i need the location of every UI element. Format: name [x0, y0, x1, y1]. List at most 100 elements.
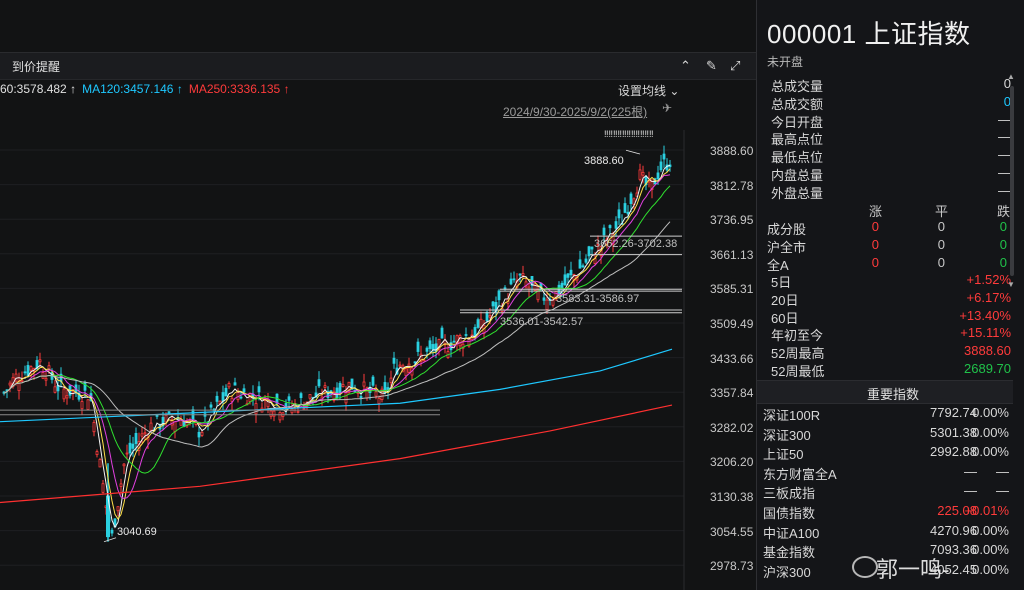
- index-name: 深证300: [763, 427, 811, 443]
- candle-body: [317, 379, 321, 387]
- market-status: 未开盘: [767, 55, 804, 69]
- quote-side-panel: 000001 上证指数 未开盘 重要指数 总成交量 0 总成交额 0 今日开盘 — 最高点位…: [756, 0, 1024, 590]
- index-change: 0.00%: [972, 424, 1009, 440]
- candle-body: [422, 359, 426, 362]
- candle-body: [407, 363, 411, 373]
- stat-label: 内盘总量: [771, 168, 824, 183]
- candle-body: [659, 161, 663, 171]
- candle-body: [110, 529, 114, 534]
- candle-body: [452, 340, 456, 343]
- breadth-flat: 0: [937, 254, 945, 270]
- candle-body: [626, 211, 630, 215]
- index-change: +0.01%: [964, 503, 1009, 518]
- candle-body: [560, 282, 564, 289]
- side-scrollbar[interactable]: ▲ ▼: [1006, 72, 1018, 290]
- candle-body: [173, 421, 177, 432]
- candle-body: [62, 388, 66, 400]
- index-change: 0.00%: [972, 561, 1009, 577]
- annotation-band-1: 3662.26-3702.38: [594, 238, 678, 250]
- candle-body: [542, 297, 546, 301]
- index-row[interactable]: 深证300 5301.38 0.00%: [757, 425, 1015, 444]
- candle-body: [359, 396, 363, 399]
- candle-body: [125, 452, 129, 455]
- period-value: +13.40%: [959, 307, 1011, 323]
- index-row[interactable]: 中证A100 4270.96 0.00%: [757, 523, 1015, 542]
- candle-body: [296, 411, 300, 413]
- index-change: 0.00%: [972, 444, 1009, 460]
- candle-body: [122, 463, 126, 467]
- candle-body: [140, 433, 144, 437]
- stat-label: 总成交量: [771, 79, 824, 94]
- index-row[interactable]: 国债指数 225.08 +0.01%: [757, 503, 1015, 522]
- index-name: 深证100R: [763, 408, 821, 423]
- price-tick-label: 3206.20: [710, 455, 754, 470]
- candle-body: [431, 344, 435, 351]
- candle-body: [458, 335, 462, 347]
- candle-body: [299, 393, 303, 399]
- candle-body: [53, 386, 57, 393]
- candle-body: [221, 392, 225, 402]
- price-tick-label: 3282.02: [710, 420, 754, 435]
- index-row[interactable]: 东方财富全A — —: [757, 464, 1015, 483]
- high-marker-line: [625, 149, 641, 155]
- candle-body: [86, 399, 90, 410]
- candle-body: [197, 431, 201, 438]
- candle-body: [278, 412, 282, 421]
- kline-chart-panel[interactable]: 到价提醒 ⌃ ✎ ⤢ 60:3578.482 ↑ MA120:3457.146 ↑…: [0, 0, 756, 590]
- stat-row: 最高点位 —: [757, 129, 1015, 147]
- candle-body: [44, 377, 48, 381]
- index-row[interactable]: 上证50 2992.88 0.00%: [757, 444, 1015, 463]
- breadth-row: 沪全市 0 0 0: [757, 237, 1015, 255]
- candle-body: [209, 404, 213, 408]
- breadth-row: 全A 0 0 0: [757, 255, 1015, 273]
- candle-body: [155, 414, 159, 417]
- candle-body: [656, 172, 660, 179]
- candle-body: [41, 372, 45, 379]
- candle-body: [242, 388, 246, 393]
- candle-body: [65, 395, 69, 399]
- candle-body: [371, 376, 375, 386]
- candle-body: [101, 483, 105, 493]
- candle-body: [428, 340, 432, 349]
- candle-body: [308, 394, 312, 399]
- watermark-text: 郭一鸣-: [876, 557, 950, 582]
- period-label: 20日: [771, 292, 799, 308]
- breadth-flat: 0: [937, 219, 945, 234]
- index-row[interactable]: 深证100R 7792.74 0.00%: [757, 405, 1015, 424]
- candle-body: [491, 301, 495, 307]
- ma-line: [3, 185, 671, 474]
- period-label: 5日: [771, 275, 792, 290]
- scroll-down-icon[interactable]: ▼: [1007, 280, 1015, 289]
- period-label: 52周最低: [771, 364, 825, 379]
- candle-body: [404, 368, 408, 377]
- candle-body: [566, 273, 570, 278]
- price-tick-label: 3357.84: [710, 386, 754, 401]
- index-price: 5301.38: [930, 424, 977, 440]
- candle-body: [563, 274, 567, 286]
- candle-body: [29, 366, 33, 371]
- index-name: 上证50: [763, 447, 804, 463]
- price-tick-label: 3130.38: [710, 490, 754, 504]
- stat-row: 外盘总量 —: [757, 183, 1015, 201]
- candle-body: [578, 259, 582, 269]
- candle-body: [215, 395, 219, 402]
- candle-body: [248, 392, 252, 403]
- scroll-up-icon[interactable]: ▲: [1007, 72, 1015, 81]
- candle-body: [638, 169, 642, 180]
- candle-body: [641, 171, 645, 176]
- candle-body: [374, 391, 378, 397]
- stat-label: 外盘总量: [771, 185, 824, 201]
- index-name: 沪深300: [763, 564, 811, 580]
- price-axis: 3888.60 3812.78 3736.95 3661.13 3585.31 3509.…: [686, 130, 756, 590]
- candle-body: [164, 414, 168, 423]
- period-row: 5日 +1.52%: [757, 272, 1015, 290]
- candle-body: [92, 422, 96, 433]
- index-row[interactable]: 三板成指 — —: [757, 483, 1015, 502]
- stat-label: 总成交额: [771, 96, 824, 112]
- scroll-track[interactable]: [1010, 86, 1014, 276]
- candle-body: [569, 269, 573, 276]
- breadth-up: 0: [871, 219, 879, 234]
- app-window: 到价提醒 ⌃ ✎ ⤢ 60:3578.482 ↑ MA120:3457.146 ↑…: [0, 0, 1024, 590]
- period-value: 2689.70: [964, 361, 1011, 376]
- candlestick-chart[interactable]: [0, 0, 756, 590]
